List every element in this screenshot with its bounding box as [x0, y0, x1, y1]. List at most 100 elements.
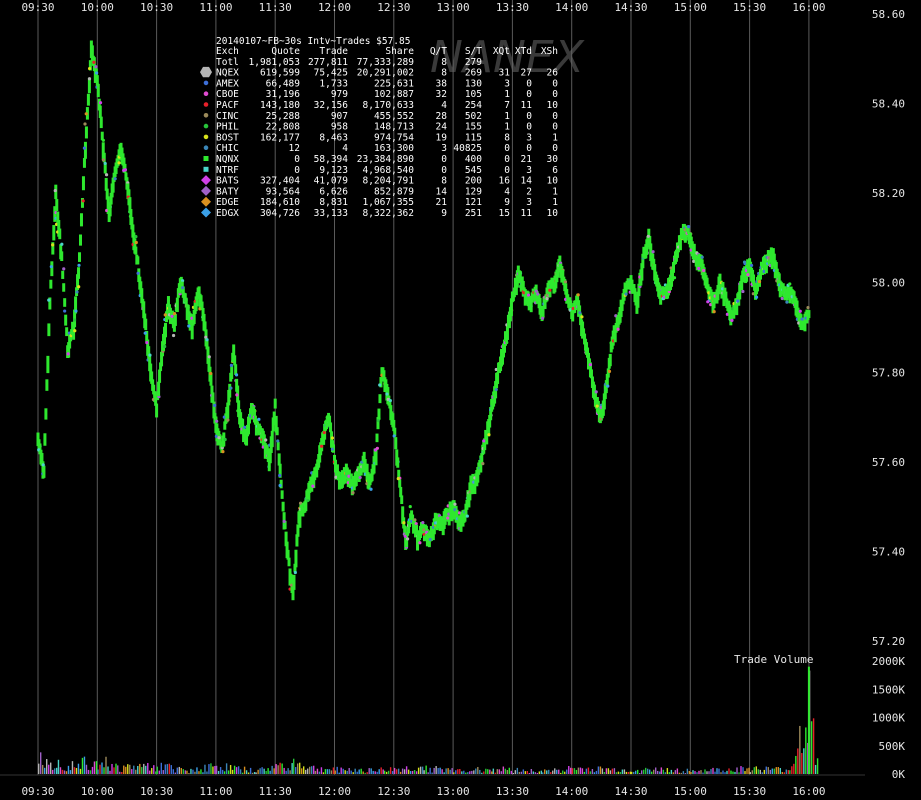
table-cell: 974,754: [374, 132, 414, 143]
volume-bar: [546, 770, 548, 774]
volume-bar: [336, 766, 338, 774]
volume-bar: [91, 766, 94, 774]
table-cell: 184,610: [260, 197, 300, 208]
price-mark: [270, 430, 274, 448]
exchange-trade-mark: [87, 66, 92, 71]
volume-bar: [137, 765, 139, 774]
exchange-trade-mark: [226, 418, 230, 422]
volume-bar: [277, 765, 279, 774]
volume-bar: [573, 768, 576, 774]
chart-title: 20140107~FB~30s Intv~Trades $57.85: [216, 36, 410, 47]
volume-bar: [147, 762, 149, 774]
table-cell: 0: [441, 165, 447, 176]
volume-bar: [613, 768, 616, 774]
exchange-trade-mark: [66, 352, 70, 356]
table-cell: NTRF: [216, 165, 239, 176]
volume-bar: [273, 768, 275, 774]
volume-bar: [350, 770, 352, 774]
volume-bar: [320, 767, 323, 774]
volume-bar: [645, 767, 647, 774]
volume-bar: [158, 770, 160, 774]
exchange-trade-mark: [388, 398, 392, 403]
volume-bar: [409, 771, 412, 774]
exchange-trade-mark: [136, 271, 140, 275]
volume-bar: [370, 768, 372, 774]
volume-bar: [219, 767, 222, 774]
volume-bar: [188, 772, 190, 774]
exchange-trade-mark: [746, 273, 750, 277]
volume-bar: [151, 768, 153, 774]
volume-bar: [506, 770, 509, 774]
volume-bar: [738, 772, 740, 774]
table-cell: 143,180: [260, 100, 300, 111]
table-cell: 32: [436, 89, 447, 100]
volume-bar: [603, 772, 606, 774]
volume-bar: [423, 770, 425, 774]
exchange-trade-mark: [749, 263, 754, 268]
table-total-cell: 77,333,289: [357, 57, 414, 68]
volume-bar: [194, 771, 196, 774]
volume-bar: [742, 767, 744, 774]
table-cell: 4,968,540: [363, 165, 415, 176]
volume-bar: [538, 771, 541, 774]
volume-bar: [577, 767, 580, 774]
volume-bar: [73, 767, 76, 774]
table-cell: 130: [465, 78, 482, 89]
volume-bar: [455, 770, 457, 774]
volume-axis-ticks: 2000K 1500K 1000K 500K 0K: [872, 655, 905, 781]
table-cell: 8: [441, 176, 447, 187]
volume-bar: [314, 770, 317, 774]
price-mark: [211, 392, 215, 403]
volume-bar: [40, 752, 42, 774]
volume-bar: [785, 769, 787, 774]
volume-bar: [225, 763, 228, 774]
volume-bar: [413, 770, 416, 774]
volume-bar: [233, 765, 236, 774]
volume-bar: [562, 770, 564, 774]
volume-bar: [479, 769, 481, 774]
table-cell: 11: [521, 208, 533, 219]
table-cell: PHIL: [216, 122, 239, 133]
volume-bar: [615, 772, 618, 774]
table-cell: 0: [526, 143, 532, 154]
volume-bar: [660, 767, 663, 774]
table-header: Share: [385, 46, 414, 57]
volume-tick-label: 2000K: [872, 655, 905, 668]
volume-bar: [757, 769, 759, 774]
exchange-trade-mark: [385, 392, 389, 396]
exchange-trade-mark: [117, 161, 121, 165]
volume-bar: [419, 766, 422, 774]
volume-bar: [332, 767, 335, 774]
table-cell: 0: [526, 122, 532, 133]
price-mark: [230, 365, 234, 380]
price-mark: [84, 126, 88, 139]
volume-bar: [485, 768, 487, 774]
volume-bar: [666, 768, 669, 774]
volume-bar: [623, 769, 626, 774]
price-axis-ticks: 58.60 58.40 58.20 58.00 57.80 57.60 57.40 57.20: [872, 8, 905, 648]
table-cell: 254: [465, 100, 482, 111]
price-mark: [190, 323, 194, 340]
volume-bar: [759, 769, 761, 774]
volume-bar: [619, 771, 622, 774]
price-mark: [63, 298, 67, 307]
x-tick-label-bottom: 14:00: [555, 785, 588, 798]
volume-bar: [368, 768, 370, 774]
price-mark: [378, 394, 382, 404]
volume-bar: [508, 767, 511, 774]
table-cell: 93,564: [266, 186, 301, 197]
volume-bar: [170, 765, 172, 774]
exchange-trade-mark: [104, 173, 109, 177]
exchange-trade-mark: [754, 295, 759, 299]
table-cell: 1,733: [319, 78, 348, 89]
volume-bar: [393, 767, 396, 774]
price-mark: [175, 297, 179, 313]
exchange-trade-mark: [217, 436, 221, 440]
table-cell: 0: [552, 89, 558, 100]
exchange-trade-mark: [785, 300, 789, 304]
volume-bar: [421, 766, 424, 774]
trade-chart: NANEX 09:3009:3010:0010:0010:3010:3011:0…: [0, 0, 905, 798]
volume-bar: [793, 763, 795, 774]
volume-bar: [787, 770, 789, 774]
table-cell: 4: [504, 186, 510, 197]
